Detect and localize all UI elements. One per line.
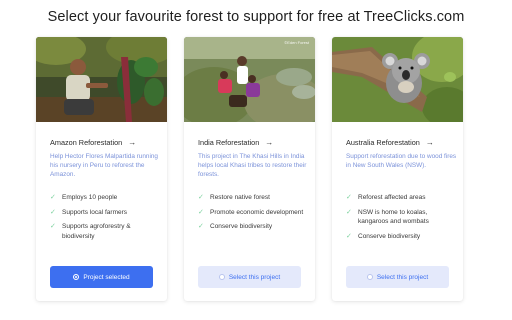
project-card-australia[interactable]: Australia Reforestation → Support refore… [332, 37, 463, 301]
list-item: ✓ Supports local farmers [50, 208, 128, 216]
radio-selected-icon [73, 274, 80, 280]
check-icon: ✓ [198, 208, 204, 216]
card-title-label: Australia Reforestation [346, 138, 420, 147]
list-item: ✓ Employs 10 people [50, 194, 118, 201]
arrow-right-icon[interactable]: → [265, 138, 273, 147]
project-card-india[interactable]: ©Eden Forest India Reforestation → This … [184, 37, 315, 301]
check-icon: ✓ [198, 194, 204, 201]
arrow-right-icon[interactable]: → [128, 138, 136, 147]
check-icon: ✓ [346, 232, 352, 240]
check-icon: ✓ [50, 194, 56, 201]
photo-credit: ©Eden Forest [284, 40, 309, 45]
check-icon: ✓ [346, 208, 352, 216]
amazon-project-photo [36, 37, 167, 122]
card-description: Help Hector Flores Malpartida running hi… [50, 153, 158, 179]
card-title[interactable]: Amazon Reforestation → [50, 138, 136, 147]
check-icon: ✓ [50, 208, 56, 216]
card-description: This project in The Khasi Hills in India… [198, 153, 307, 179]
project-selected-button[interactable]: Project selected [50, 266, 153, 288]
project-card-amazon[interactable]: Amazon Reforestation → Help Hector Flore… [36, 37, 167, 301]
feature-list: ✓ Employs 10 people ✓ Supports local farme… [50, 193, 158, 246]
list-item: ✓ Reforest affected areas [346, 194, 426, 201]
list-item: ✓ NSW is home to koalas, kangaroos and wo… [346, 208, 429, 226]
card-title[interactable]: Australia Reforestation → [346, 138, 434, 147]
list-item: ✓ Restore native forest [198, 194, 270, 201]
select-project-button[interactable]: Select this project [346, 266, 449, 288]
card-title-label: Amazon Reforestation [50, 138, 123, 147]
card-description: Support reforestation due to wood fires … [346, 153, 457, 170]
australia-project-photo [332, 37, 463, 122]
arrow-right-icon[interactable]: → [426, 138, 434, 147]
check-icon: ✓ [50, 223, 56, 231]
select-project-button[interactable]: Select this project [198, 266, 301, 288]
card-title[interactable]: India Reforestation → [198, 138, 273, 147]
page-title: Select your favourite forest to support … [47, 9, 465, 25]
check-icon: ✓ [198, 223, 204, 231]
list-item: ✓ Conserve biodiversity [346, 232, 421, 240]
radio-unselected-icon [366, 274, 373, 280]
feature-list: ✓ Reforest affected areas ✓ NSW is home to… [346, 193, 454, 246]
card-title-label: India Reforestation [198, 138, 260, 147]
check-icon: ✓ [346, 194, 352, 201]
feature-list: ✓ Restore native forest ✓ Promote economic… [198, 193, 306, 237]
radio-unselected-icon [218, 274, 225, 280]
list-item: ✓ Conserve biodiversity [198, 223, 273, 231]
list-item: ✓ Promote economic development [198, 208, 304, 216]
list-item: ✓ Supports agroforestry & biodiversity [50, 223, 131, 240]
india-project-photo: ©Eden Forest [184, 37, 315, 122]
